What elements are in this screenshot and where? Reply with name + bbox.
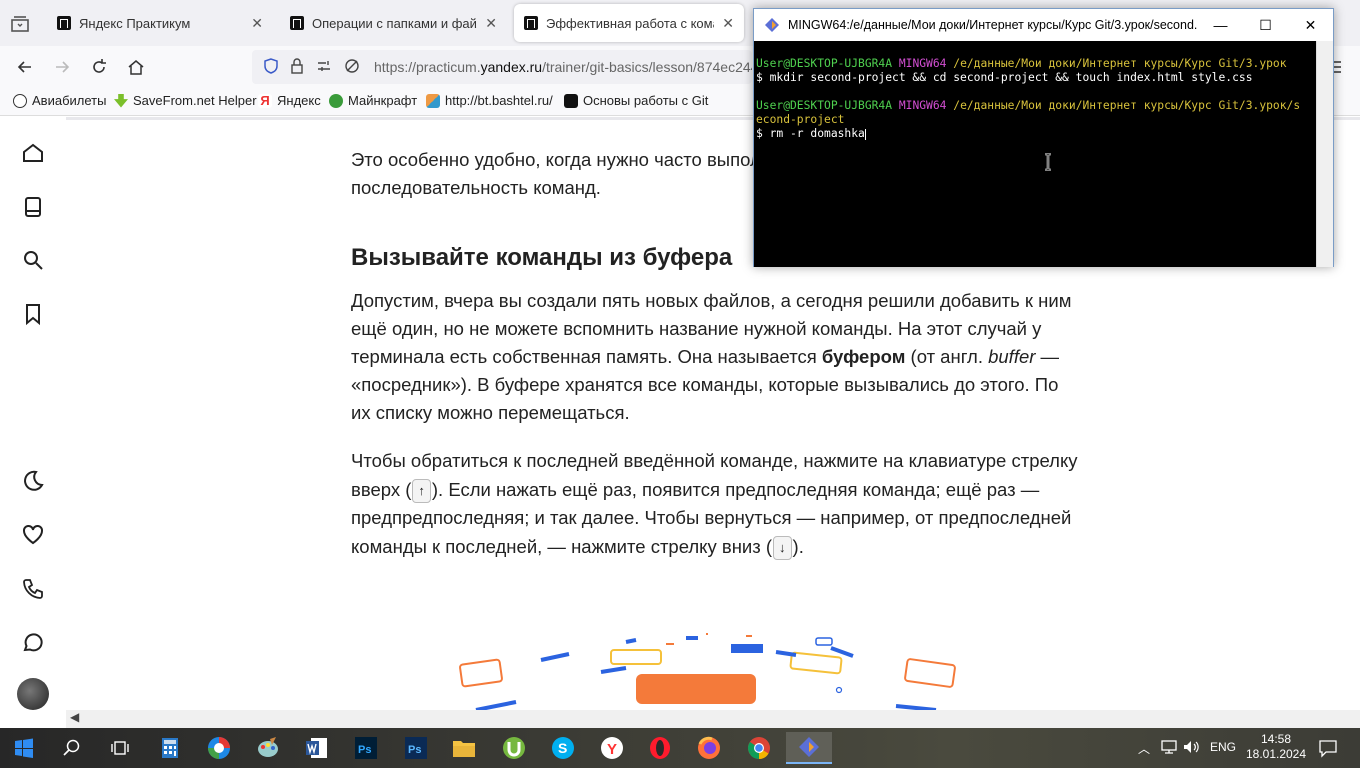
bookmark-aviabilety[interactable]: Авиабилеты <box>13 93 106 108</box>
terminal-output[interactable]: User@DESKTOP-UJBGR4A MINGW64 /e/данные/М… <box>754 41 1316 267</box>
tab-folders-files[interactable]: Операции с папками и файлами ✕ <box>280 4 507 42</box>
address-bar[interactable]: https://practicum.yandex.ru/trainer/git-… <box>252 50 752 84</box>
tab-title: Яндекс Практикум <box>79 15 191 31</box>
chrome-icon[interactable] <box>739 732 779 764</box>
command-line-2[interactable]: $ rm -r domashka <box>756 127 1316 141</box>
lock-icon[interactable] <box>290 57 304 77</box>
file-explorer-icon[interactable] <box>444 732 484 764</box>
practicum-favicon-icon <box>524 16 538 30</box>
svg-text:Y: Y <box>607 741 617 758</box>
site-sidebar <box>0 117 66 710</box>
close-window-button[interactable]: ✕ <box>1288 17 1333 34</box>
tab-title: Операции с папками и файлами <box>312 15 477 31</box>
terminal-scrollbar[interactable] <box>1316 41 1333 267</box>
bookmark-savefrom[interactable]: SaveFrom.net Helper <box>114 93 257 108</box>
windows-taskbar: Ps Ps S Y ︿ ENG 14:58 18.01.2024 <box>0 728 1360 768</box>
volume-icon[interactable] <box>1182 738 1200 761</box>
photoshop-2-icon[interactable]: Ps <box>396 732 436 764</box>
git-bash-icon <box>764 17 780 33</box>
yandex-icon: Я <box>258 93 272 108</box>
paragraph-buffer: Допустим, вчера вы создали пять новых фа… <box>351 290 1072 423</box>
text-cursor-icon <box>1045 153 1051 171</box>
bookmark-yandex[interactable]: Я Яндекс <box>258 93 321 108</box>
bookmark-minecraft[interactable]: Майнкрафт <box>329 93 417 108</box>
reload-icon[interactable] <box>87 55 111 79</box>
arrow-up-key: ↑ <box>412 478 431 503</box>
svg-text:S: S <box>558 740 567 756</box>
yandex-browser-icon[interactable]: Y <box>592 732 632 764</box>
browser-app-icon[interactable] <box>199 732 239 764</box>
chat-icon[interactable] <box>21 630 45 654</box>
minecraft-icon <box>329 93 343 108</box>
command-line-1: $ mkdir second-project && cd second-proj… <box>756 71 1253 84</box>
prompt-line-2: User@DESKTOP-UJBGR4A MINGW64 /e/данные/М… <box>756 99 1301 112</box>
tab-command-line-active[interactable]: Эффективная работа с командной строкой ✕ <box>514 4 744 42</box>
calculator-icon[interactable] <box>150 732 190 764</box>
bookmark-bashtel[interactable]: http://bt.bashtel.ru/ <box>426 93 553 108</box>
book-icon[interactable] <box>21 195 45 219</box>
search-icon[interactable] <box>52 732 92 764</box>
arrow-down-key: ↓ <box>773 536 792 561</box>
language-indicator[interactable]: ENG <box>1210 740 1236 754</box>
savefrom-icon <box>114 93 128 108</box>
skype-icon[interactable]: S <box>543 732 583 764</box>
shield-icon[interactable] <box>264 57 278 77</box>
task-view-icon[interactable] <box>100 732 140 764</box>
permissions-icon[interactable] <box>316 58 332 77</box>
minimize-button[interactable]: — <box>1198 17 1243 33</box>
section-heading: Вызывайте команды из буфера <box>351 244 733 271</box>
url-text: https://practicum.yandex.ru/trainer/git-… <box>374 59 752 75</box>
phone-icon[interactable] <box>21 577 45 601</box>
close-tab-icon[interactable]: ✕ <box>251 15 263 32</box>
clock-date: 18.01.2024 <box>1245 747 1307 761</box>
bookmark-git-basics[interactable]: Основы работы с Git <box>564 93 708 108</box>
search-icon[interactable] <box>21 248 45 272</box>
bashtel-icon <box>426 93 440 108</box>
close-tab-icon[interactable]: ✕ <box>722 15 734 32</box>
svg-text:Ps: Ps <box>408 744 421 756</box>
prompt-line-1: User@DESKTOP-UJBGR4A MINGW64 /e/данные/М… <box>756 57 1287 70</box>
network-icon[interactable] <box>1160 738 1178 761</box>
practicum-favicon-icon <box>57 16 71 30</box>
globe-icon <box>13 93 27 108</box>
utorrent-icon[interactable] <box>494 732 534 764</box>
photoshop-icon[interactable]: Ps <box>346 732 386 764</box>
tray-chevron-icon[interactable]: ︿ <box>1138 740 1150 757</box>
scroll-left-icon[interactable]: ◀ <box>70 710 79 724</box>
home-icon[interactable] <box>124 55 148 79</box>
paint-app-icon[interactable] <box>248 732 288 764</box>
home-icon[interactable] <box>21 141 45 165</box>
git-bash-window[interactable]: MINGW64:/e/данные/Мои доки/Интернет курс… <box>753 8 1334 267</box>
prompt-path-continued: econd-project <box>756 113 845 126</box>
svg-text:Ps: Ps <box>358 744 371 756</box>
git-bash-taskbar-icon[interactable] <box>786 732 832 764</box>
tab-title: Эффективная работа с командной строкой <box>546 15 714 31</box>
moon-icon[interactable] <box>21 469 45 493</box>
notifications-icon[interactable] <box>1318 738 1338 763</box>
paragraph-arrows: Чтобы обратиться к последней введённой к… <box>351 447 1081 562</box>
horizontal-scrollbar[interactable]: ◀ <box>66 710 1360 728</box>
terminal-title: MINGW64:/e/данные/Мои доки/Интернет курс… <box>788 18 1198 32</box>
tracking-off-icon[interactable] <box>344 58 360 77</box>
practicum-favicon-icon <box>290 16 304 30</box>
start-button[interactable] <box>4 732 44 764</box>
word-icon[interactable] <box>297 732 337 764</box>
tab-list-icon[interactable] <box>8 12 32 36</box>
maximize-button[interactable]: ☐ <box>1243 17 1288 34</box>
practicum-icon <box>564 93 578 108</box>
clock-time: 14:58 <box>1260 732 1292 746</box>
decorative-illustration <box>459 633 956 710</box>
avatar[interactable] <box>17 678 49 710</box>
firefox-icon[interactable] <box>689 732 729 764</box>
forward-arrow-icon[interactable] <box>50 55 74 79</box>
terminal-title-bar[interactable]: MINGW64:/e/данные/Мои доки/Интернет курс… <box>754 9 1333 41</box>
opera-icon[interactable] <box>640 732 680 764</box>
back-arrow-icon[interactable] <box>13 55 37 79</box>
system-clock[interactable]: 14:58 18.01.2024 <box>1244 732 1308 762</box>
close-tab-icon[interactable]: ✕ <box>485 15 497 32</box>
heart-icon[interactable] <box>21 523 45 547</box>
bookmark-icon[interactable] <box>21 302 45 326</box>
tab-yandex-practicum[interactable]: Яндекс Практикум ✕ <box>47 4 273 42</box>
